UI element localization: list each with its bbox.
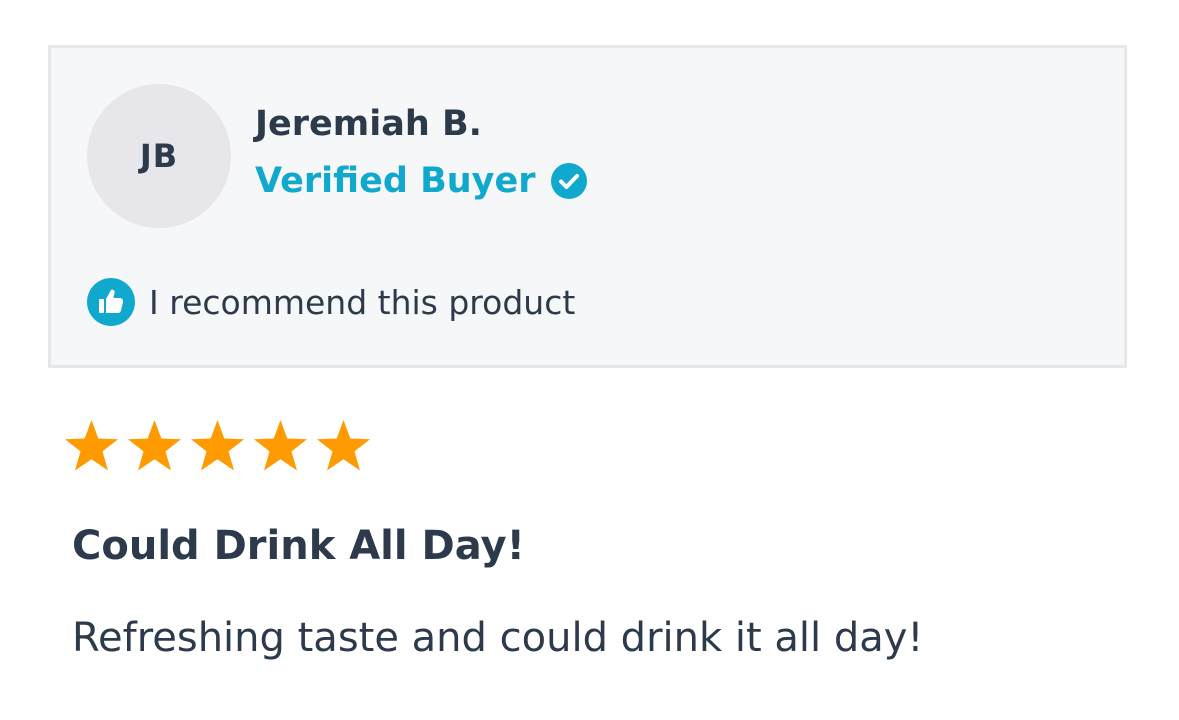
avatar: JB <box>87 84 231 228</box>
star-icon <box>315 418 372 475</box>
recommendation: I recommend this product <box>87 278 575 326</box>
verified-buyer-badge: Verified Buyer <box>255 161 588 201</box>
review-title: Could Drink All Day! <box>72 523 525 569</box>
avatar-initials: JB <box>139 137 179 175</box>
thumbs-up-icon <box>87 278 135 326</box>
recommend-label: I recommend this product <box>149 282 576 322</box>
reviewer-card: JB Jeremiah B. Verified Buyer I recommen… <box>48 45 1127 368</box>
review-body: Refreshing taste and could drink it all … <box>72 615 924 661</box>
star-icon <box>189 418 246 475</box>
star-icon <box>63 418 120 475</box>
star-icon <box>126 418 183 475</box>
reviewer-name: Jeremiah B. <box>255 104 482 144</box>
verified-buyer-label: Verified Buyer <box>255 161 536 201</box>
star-icon <box>252 418 309 475</box>
star-rating <box>63 418 372 475</box>
check-circle-icon <box>550 162 588 200</box>
